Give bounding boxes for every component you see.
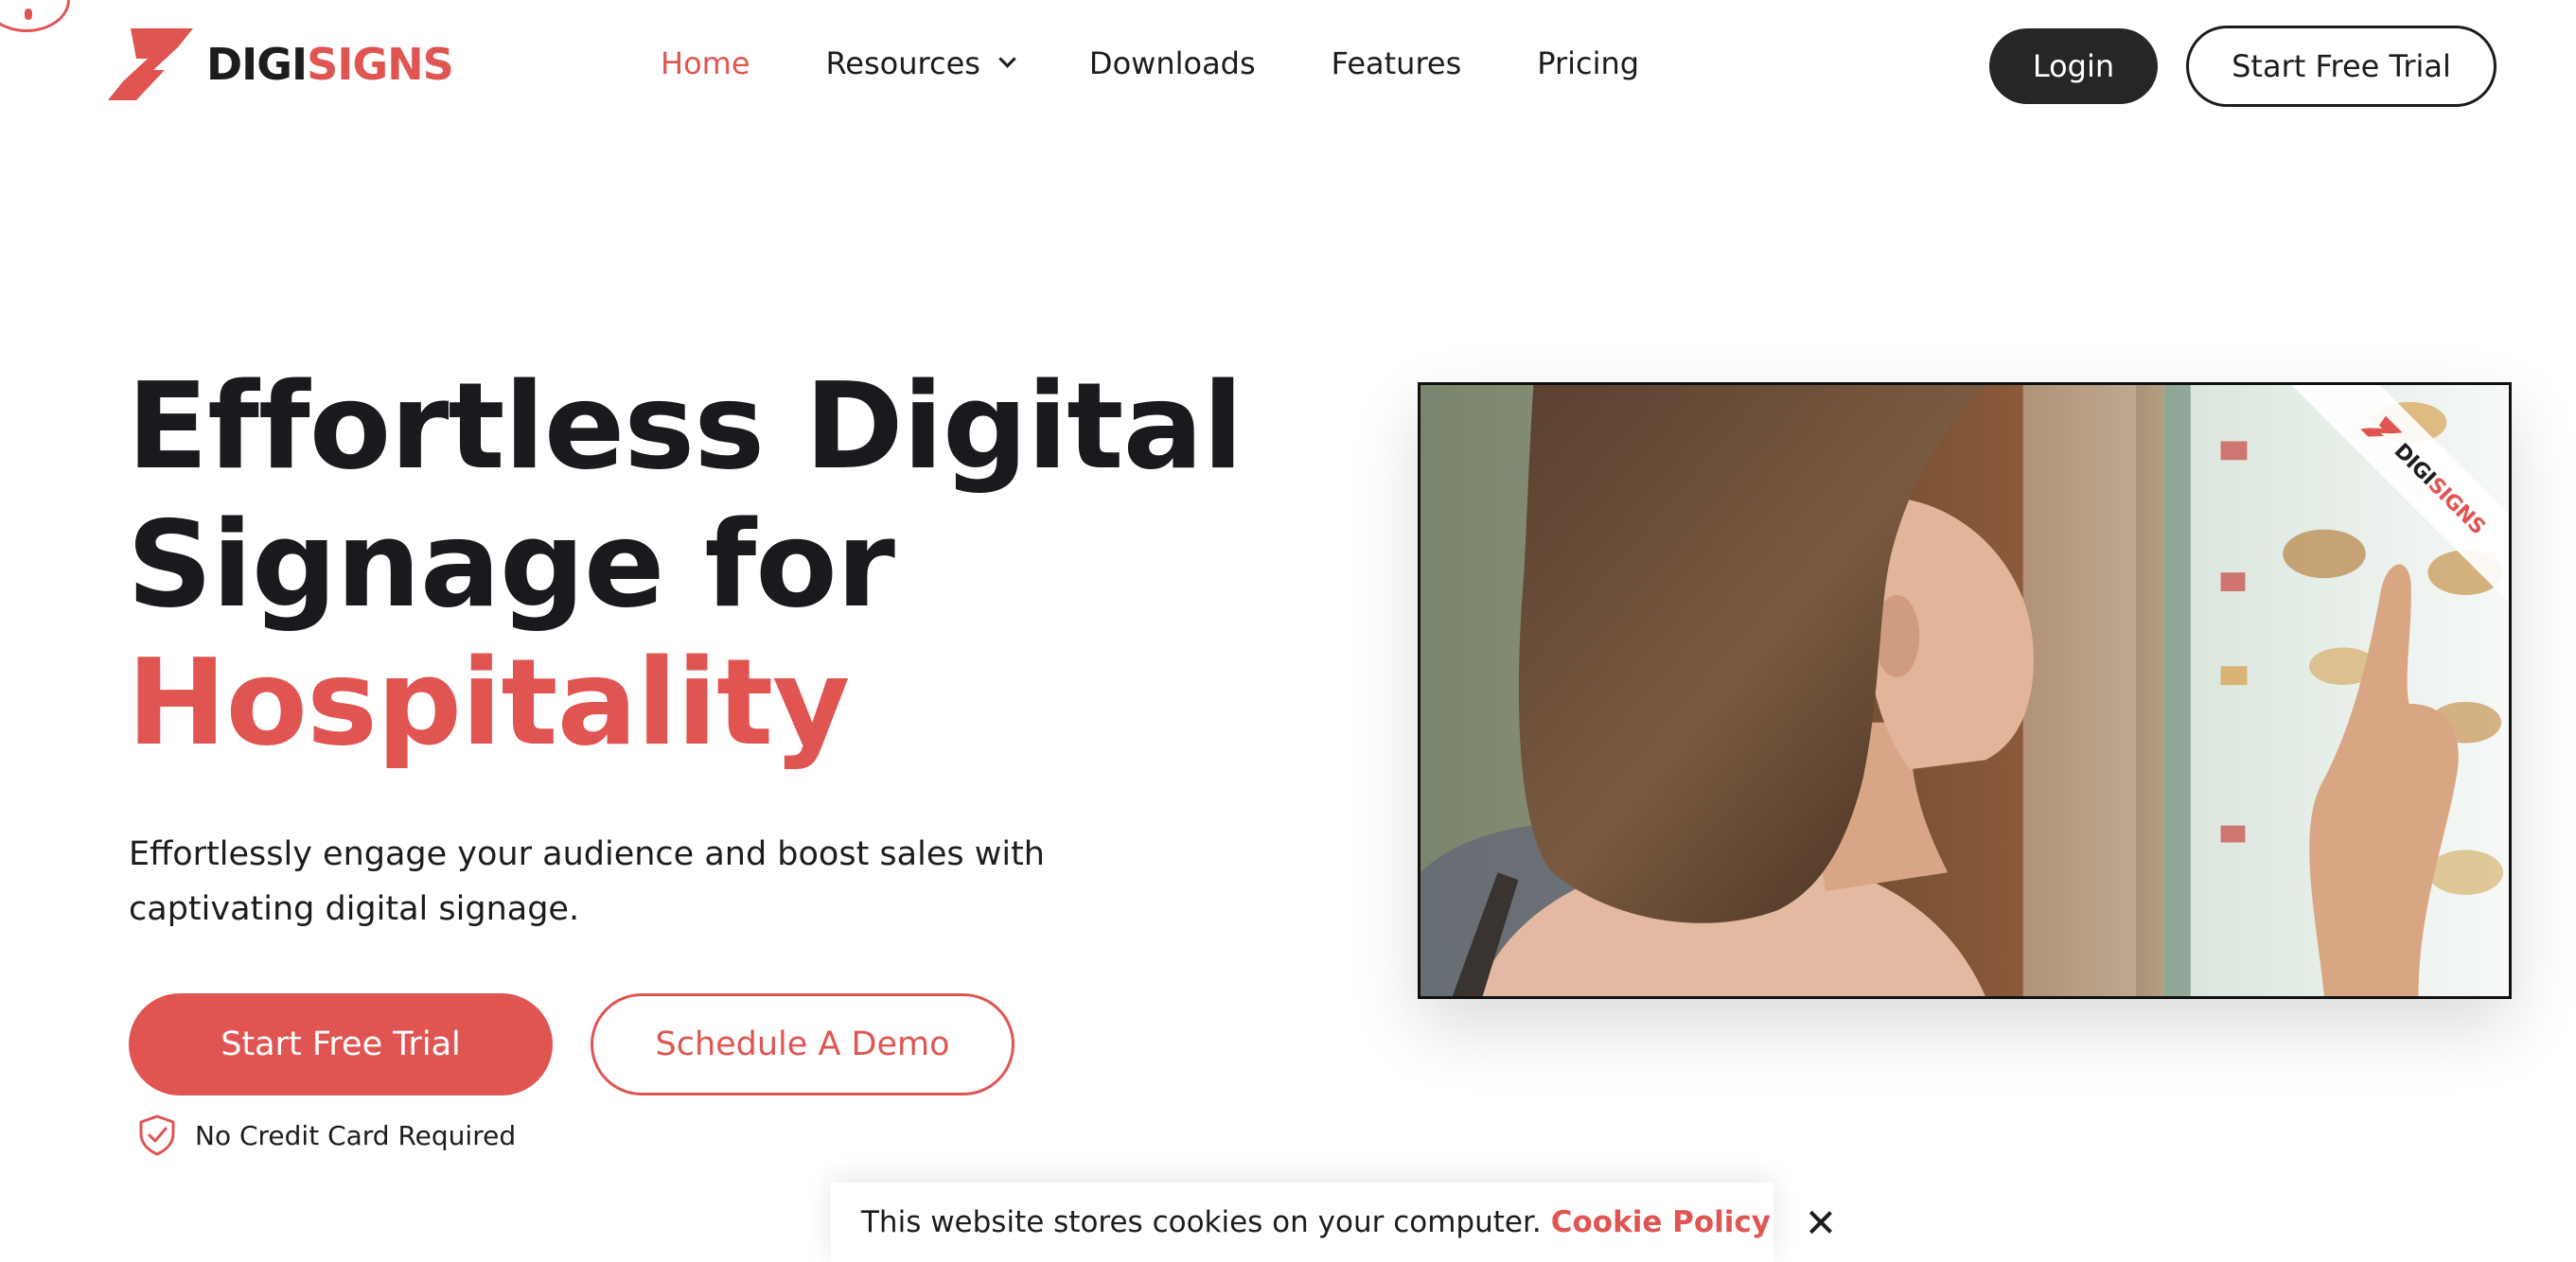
cookie-policy-link[interactable]: Cookie Policy bbox=[1551, 1205, 1771, 1239]
nav-item-pricing[interactable]: Pricing bbox=[1537, 45, 1639, 81]
corner-decoration bbox=[0, 0, 70, 32]
nav-item-home[interactable]: Home bbox=[661, 45, 750, 81]
start-free-trial-header-button[interactable]: Start Free Trial bbox=[2186, 26, 2497, 107]
nav-label-downloads: Downloads bbox=[1088, 45, 1256, 81]
nav-label-features: Features bbox=[1331, 45, 1462, 81]
nav-item-features[interactable]: Features bbox=[1332, 45, 1462, 81]
video-scene-image bbox=[1420, 385, 2509, 996]
schedule-demo-button[interactable]: Schedule A Demo bbox=[591, 993, 1015, 1095]
hero-title-line1: Effortless Digital bbox=[127, 357, 1244, 496]
logo-text-digi: DIGI bbox=[206, 39, 308, 90]
site-logo[interactable]: DIGISIGNS bbox=[108, 28, 454, 100]
hero-video[interactable]: DIGISIGNS bbox=[1418, 382, 2512, 999]
hero-title: Effortless Digital Signage for Hospitali… bbox=[127, 357, 1244, 772]
hero-title-line2: Signage for bbox=[127, 495, 895, 634]
cookie-message: This website stores cookies on your comp… bbox=[861, 1205, 1542, 1239]
nav-label-pricing: Pricing bbox=[1537, 45, 1640, 81]
shield-check-icon bbox=[139, 1114, 175, 1156]
hero-title-accent: Hospitality bbox=[127, 633, 850, 772]
cookie-banner: This website stores cookies on your comp… bbox=[831, 1183, 1773, 1262]
nav-item-downloads[interactable]: Downloads bbox=[1089, 45, 1256, 81]
hero-subtitle: Effortlessly engage your audience and bo… bbox=[129, 835, 1045, 928]
logo-wordmark: DIGISIGNS bbox=[206, 43, 454, 86]
login-button[interactable]: Login bbox=[1989, 28, 2158, 104]
logo-text-signs: SIGNS bbox=[307, 39, 454, 90]
no-credit-card-label: No Credit Card Required bbox=[195, 1119, 517, 1151]
start-free-trial-button[interactable]: Start Free Trial bbox=[129, 993, 553, 1095]
nav-label-resources: Resources bbox=[825, 45, 980, 81]
main-nav: Home Resources Downloads Features Pricin… bbox=[661, 45, 1639, 81]
chevron-down-icon bbox=[998, 49, 1016, 68]
nav-item-resources[interactable]: Resources bbox=[825, 45, 1016, 81]
no-credit-card-note: No Credit Card Required bbox=[138, 1114, 516, 1156]
nav-label-home: Home bbox=[661, 45, 750, 81]
lightning-bolt-watermark-icon bbox=[2359, 415, 2403, 437]
lightning-bolt-logo-icon bbox=[108, 28, 193, 100]
